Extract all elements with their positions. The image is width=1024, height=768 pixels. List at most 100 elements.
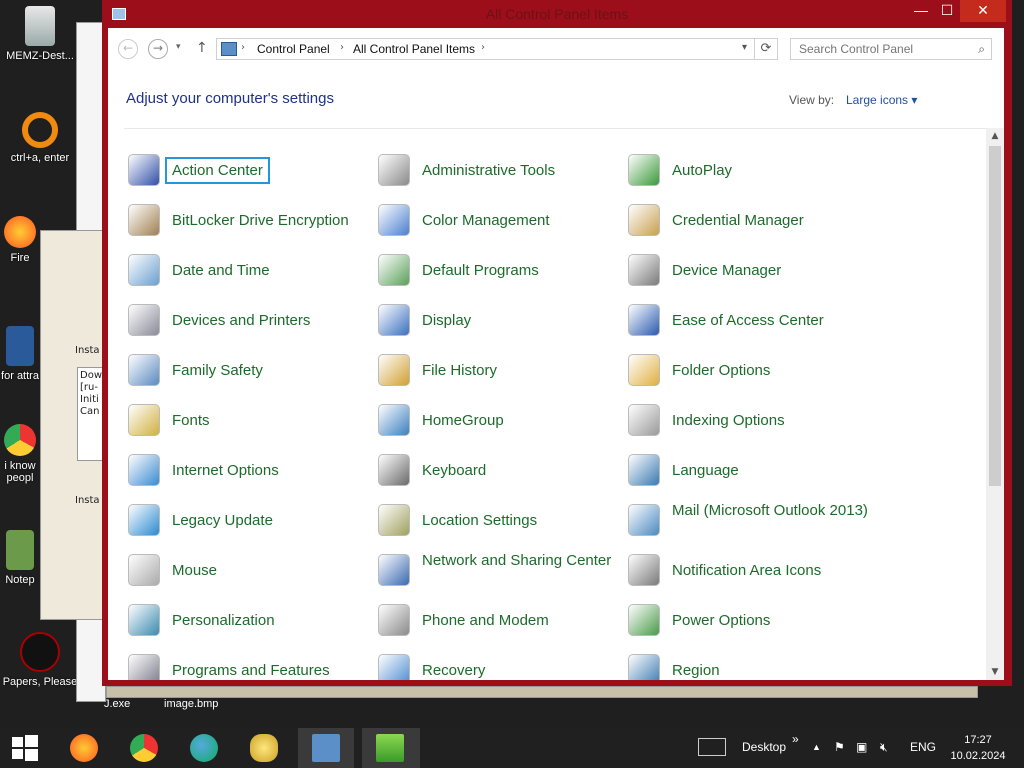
desktop-icon-recycle-bin[interactable]: MEMZ-Dest... [0,6,80,62]
cp-item-device-manager[interactable]: Device Manager [628,250,873,294]
maximize-button[interactable]: ☐ [934,0,960,22]
cp-item-label: Mouse [172,562,218,579]
cp-item-label: Programs and Features [172,662,330,679]
breadcrumb-control-panel[interactable]: Control Panel [257,42,330,56]
toolbar-chevron[interactable]: » [792,732,799,746]
forward-button[interactable]: → [148,39,168,59]
cp-item-recovery[interactable]: Recovery [378,650,623,680]
desktop-icon-label: Fire [10,252,30,264]
recent-locations-dropdown[interactable]: ▾ [176,42,181,52]
search-input[interactable] [791,39,961,59]
refresh-button[interactable]: ⟳ [754,38,778,60]
cp-item-devices-and-printers[interactable]: Devices and Printers [128,300,373,344]
network-icon[interactable]: ▣ [856,740,867,754]
installer-log-line: Can [80,406,100,417]
desktop-icon-firefox[interactable]: Fire [0,216,40,264]
view-by-dropdown[interactable]: Large icons ▾ [846,93,917,107]
keyboard-icon [378,454,410,486]
cp-item-notification-area-icons[interactable]: Notification Area Icons [628,550,873,594]
desktop-icon-chrome[interactable]: i know peopl [0,424,40,484]
desktop-icon-papers-please[interactable]: Papers, Please [0,632,80,688]
printer-icon [128,304,160,336]
cp-item-network-and-sharing-center[interactable]: Network and Sharing Center [378,550,623,594]
cp-item-language[interactable]: Language [628,450,873,494]
cp-item-mail-microsoft-outlook-2013[interactable]: Mail (Microsoft Outlook 2013) [628,500,873,544]
breadcrumb-separator[interactable]: › [481,42,485,53]
edge-icon [190,734,218,762]
file-label: J.exe [104,698,131,710]
cp-item-family-safety[interactable]: Family Safety [128,350,373,394]
taskbar-edge[interactable] [176,728,232,768]
cp-item-programs-and-features[interactable]: Programs and Features [128,650,373,680]
papers-please-icon [20,632,60,672]
search-box[interactable]: ⌕ [790,38,992,60]
cp-item-administrative-tools[interactable]: Administrative Tools [378,150,623,194]
start-button[interactable] [0,728,50,768]
language-indicator[interactable]: ENG [910,740,936,754]
installer-window: Insta Dow [ru- Initi Can Insta [40,230,107,620]
cp-item-indexing-options[interactable]: Indexing Options [628,400,873,444]
back-button[interactable]: ← [118,39,138,59]
cp-item-file-history[interactable]: File History [378,350,623,394]
cp-item-credential-manager[interactable]: Credential Manager [628,200,873,244]
taskbar-installer[interactable] [362,728,420,768]
touch-keyboard-icon[interactable] [698,738,726,756]
scroll-thumb[interactable] [989,146,1001,486]
cp-item-region[interactable]: Region [628,650,873,680]
taskbar-explorer[interactable] [236,728,292,768]
cp-item-autoplay[interactable]: AutoPlay [628,150,873,194]
up-button[interactable]: ↑ [196,40,208,56]
cp-item-bitlocker-drive-encryption[interactable]: BitLocker Drive Encryption [128,200,373,244]
navigation-bar: ← → ▾ ↑ › Control Panel › All Control Pa… [108,28,1004,68]
show-hidden-icons[interactable]: ▲ [812,742,821,752]
scroll-down-arrow[interactable]: ▼ [986,664,1004,680]
cp-item-action-center[interactable]: Action Center [128,150,373,194]
tools-icon [378,154,410,186]
minimize-button[interactable]: — [908,0,934,22]
cp-item-fonts[interactable]: Fonts [128,400,373,444]
cp-item-label: Network and Sharing Center [422,552,612,569]
cp-item-mouse[interactable]: Mouse [128,550,373,594]
cp-item-ease-of-access-center[interactable]: Ease of Access Center [628,300,873,344]
cp-item-default-programs[interactable]: Default Programs [378,250,623,294]
desktop-toolbar-label[interactable]: Desktop [742,740,786,754]
control-panel-items: Action Center Administrative Tools AutoPla… [108,136,986,680]
clock[interactable]: 17:27 10.02.2024 [948,732,1008,764]
cp-item-color-management[interactable]: Color Management [378,200,623,244]
breadcrumb-separator[interactable]: › [340,42,344,53]
phone-icon [378,604,410,636]
action-center-flag-icon[interactable]: ⚑ [834,740,845,754]
cp-item-personalization[interactable]: Personalization [128,600,373,644]
cp-item-legacy-update[interactable]: Legacy Update [128,500,373,544]
cp-item-date-and-time[interactable]: Date and Time [128,250,373,294]
cp-item-folder-options[interactable]: Folder Options [628,350,873,394]
desktop-icon-shortcut-2[interactable]: for attra [0,326,40,382]
breadcrumb-separator[interactable]: › [241,42,245,53]
cp-item-keyboard[interactable]: Keyboard [378,450,623,494]
breadcrumb-all-items[interactable]: All Control Panel Items [353,42,475,56]
taskbar-chrome[interactable] [116,728,172,768]
cp-item-internet-options[interactable]: Internet Options [128,450,373,494]
volume-muted-icon[interactable]: 🔇︎ [880,740,888,755]
folder-icon [628,354,660,386]
cp-item-location-settings[interactable]: Location Settings [378,500,623,544]
control-panel-window: All Control Panel Items — ☐ ✕ ← → ▾ ↑ › … [102,0,1012,686]
cp-item-display[interactable]: Display [378,300,623,344]
mouse-icon [128,554,160,586]
cp-item-homegroup[interactable]: HomeGroup [378,400,623,444]
desktop-icon-notepad[interactable]: Notep [0,530,40,586]
address-dropdown[interactable]: ▾ [742,42,747,53]
search-icon[interactable]: ⌕ [978,42,985,57]
desktop-icon-shortcut-1[interactable]: ctrl+a, enter [0,112,80,164]
address-bar[interactable]: › Control Panel › All Control Panel Item… [216,38,778,60]
taskbar-firefox[interactable] [56,728,112,768]
close-button[interactable]: ✕ [960,0,1006,22]
taskbar-control-panel[interactable] [298,728,354,768]
file-label: image.bmp [164,698,219,710]
cp-item-power-options[interactable]: Power Options [628,600,873,644]
title-bar[interactable]: All Control Panel Items — ☐ ✕ [102,0,1012,28]
vertical-scrollbar[interactable]: ▲ ▼ [986,128,1004,680]
cp-item-phone-and-modem[interactable]: Phone and Modem [378,600,623,644]
cp-item-label: Phone and Modem [422,612,549,629]
scroll-up-arrow[interactable]: ▲ [986,128,1004,144]
